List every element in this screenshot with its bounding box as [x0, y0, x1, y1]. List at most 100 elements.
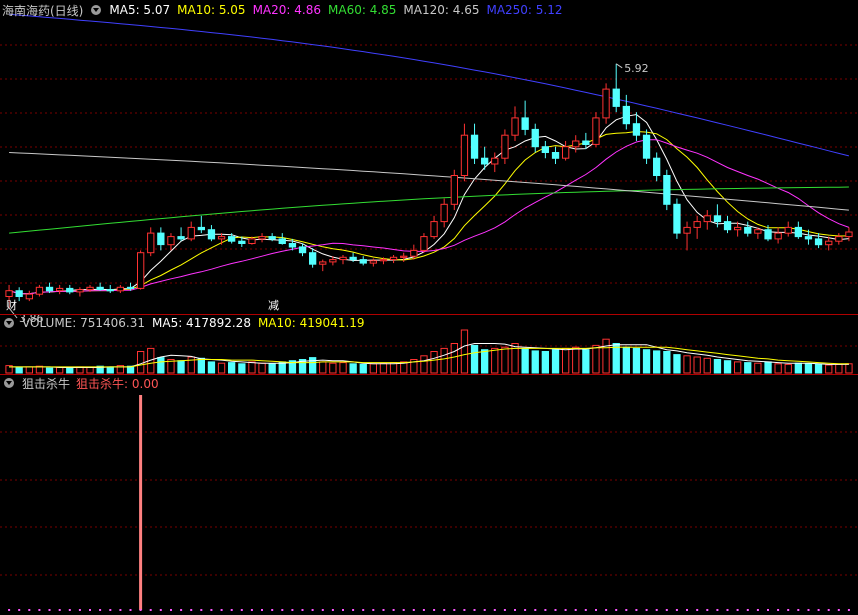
candle-body [268, 236, 276, 240]
volume-bar [642, 349, 651, 374]
candlestick-series[interactable] [5, 63, 853, 308]
candle-body [562, 146, 570, 159]
indicator-zero-dot [625, 609, 628, 611]
indicator-zero-dot [271, 609, 274, 611]
indicator-zero-dot [797, 609, 800, 611]
candle-body [5, 290, 13, 298]
indicator-zero-dot [686, 609, 688, 611]
candle-body [157, 232, 165, 246]
candle-body [521, 117, 529, 130]
candle-body [369, 260, 378, 264]
volume-bar [106, 366, 114, 374]
candle-body [76, 289, 84, 293]
indicator-zero-dot [514, 609, 516, 611]
indicator-zero-dot [716, 609, 719, 611]
volume-bar [187, 356, 195, 374]
candle-body [86, 286, 94, 291]
price-high-label: 5.92 [624, 62, 649, 75]
indicator-zero-dot [736, 609, 739, 611]
indicator-zero-dot [564, 609, 567, 611]
indicator-zero-dot [463, 609, 466, 611]
indicator-zero-dot [767, 609, 769, 611]
indicator-zero-dot [645, 609, 648, 611]
indicator-zero-dot [837, 609, 840, 611]
indicator-zero-dot [655, 609, 658, 611]
candle-body [774, 232, 782, 240]
indicator-zero-dot [261, 609, 263, 611]
indicator-zero-dot [412, 609, 415, 611]
volume-bar [379, 362, 388, 374]
price-ma-lines [8, 13, 850, 295]
candle-body [734, 226, 742, 231]
candle-body [825, 240, 833, 246]
volume-bar [309, 357, 317, 374]
indicator-zero-dot [321, 609, 324, 611]
indicator-bars[interactable] [8, 395, 850, 611]
candle-body [298, 246, 307, 254]
candle-body [470, 134, 479, 159]
indicator-zero-dot [392, 609, 395, 611]
price-header: 海南海药(日线) MA5: 5.07 MA10: 5.05 MA20: 4.86 MA… [0, 1, 858, 19]
ma60-line [9, 186, 849, 234]
indicator-settings-icon[interactable] [4, 378, 14, 388]
candle-body [804, 236, 813, 240]
ma5-line [8, 113, 849, 295]
volume-ma10-line [9, 346, 849, 368]
candle-body [723, 221, 732, 231]
indicator-signal-bar [139, 395, 143, 610]
candle-body [592, 117, 600, 145]
volume-bar [268, 363, 276, 374]
volume-bar [217, 362, 226, 374]
volume-bar [369, 363, 378, 374]
indicator-zero-dot [473, 609, 476, 611]
indicator-zero-dot [402, 609, 405, 611]
candle-body [491, 157, 499, 165]
volume-bar [713, 359, 722, 374]
volume-bar [420, 355, 428, 374]
volume-bar [764, 361, 772, 374]
indicator-name[interactable]: 狙击杀牛 [22, 375, 70, 392]
volume-bar [794, 362, 803, 374]
volume-bar [228, 362, 236, 374]
indicator-zero-dot [756, 609, 759, 611]
indicator-zero-dot [574, 609, 577, 611]
volume-bar [572, 346, 580, 374]
candle-body [238, 240, 246, 244]
candle-body [653, 157, 661, 176]
indicator-zero-dot [352, 609, 355, 611]
high-pointer [615, 63, 623, 69]
volume-bar [622, 346, 631, 374]
volume-bar [339, 362, 347, 374]
volume-bar [541, 351, 550, 374]
indicator-zero-dot [382, 609, 385, 611]
indicator-zero-dot [665, 609, 668, 611]
indicator-zero-dot [675, 609, 678, 611]
candle-body [116, 286, 124, 292]
indicator-zero-dot [18, 609, 21, 611]
indicator-zero-dot [847, 609, 850, 611]
volume-bar [197, 357, 205, 374]
candle-body [217, 236, 226, 240]
event-marker-reduction: 减 [268, 299, 279, 312]
volume-bar [825, 364, 833, 374]
indicator-header: 狙击杀牛 狙击杀牛: 0.00 [0, 374, 858, 392]
volume-bar [460, 329, 469, 374]
candle-body [713, 215, 722, 223]
volume-bar [521, 347, 529, 374]
ma-settings-icon[interactable] [91, 5, 102, 15]
indicator-zero-dot [250, 609, 253, 611]
indicator-zero-dot [493, 609, 496, 611]
indicator-zero-dot [99, 609, 102, 611]
volume-bar [835, 363, 843, 374]
volume-settings-icon[interactable] [4, 318, 14, 328]
volume-bar [734, 361, 742, 374]
volume-bar [430, 351, 438, 374]
indicator-zero-dot [331, 609, 334, 611]
volume-bar [501, 346, 509, 374]
volume-bar [157, 357, 165, 374]
candle-body [531, 128, 539, 148]
stock-chart[interactable]: 5.92 3.86 财 减 [0, 0, 858, 615]
volume-bar [319, 361, 327, 374]
volume-bar [258, 362, 266, 374]
candle-body [420, 236, 428, 251]
